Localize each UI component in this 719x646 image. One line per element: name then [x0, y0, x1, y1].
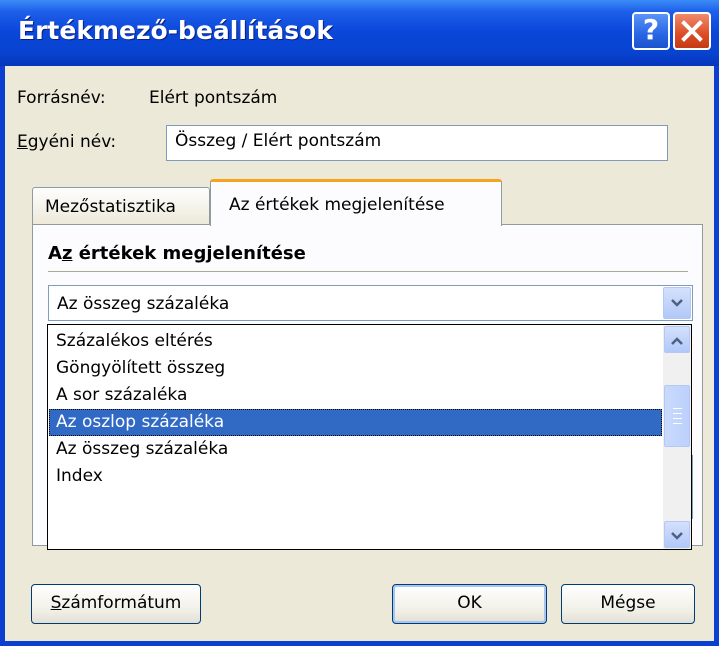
custom-name-input[interactable]: Összeg / Elért pontszám	[166, 125, 668, 161]
dialog-body: Forrásnév: Elért pontszám Egyéni név: Ös…	[5, 66, 714, 641]
cancel-button[interactable]: Mégse	[561, 584, 695, 624]
section-title-a: A	[48, 243, 62, 264]
close-icon	[681, 20, 703, 42]
option-percent-of-total[interactable]: Az összeg százaléka	[49, 436, 662, 463]
dropdown-scrollbar[interactable]	[663, 325, 691, 549]
chevron-down-icon	[671, 532, 683, 540]
dialog-window: Értékmező-beállítások ? Forrásnév: Elért…	[0, 0, 719, 646]
option-index[interactable]: Index	[49, 463, 662, 490]
thumb-grip	[673, 408, 682, 409]
show-values-as-select[interactable]: Az összeg százaléka	[48, 285, 693, 321]
custom-name-label-rest: gyéni név:	[27, 132, 117, 152]
option-running-total[interactable]: Göngyölített összeg	[49, 355, 662, 382]
custom-name-label: Egyéni név:	[17, 132, 116, 152]
option-difference-percent[interactable]: Százalékos eltérés	[49, 328, 662, 355]
tab-show-values-as[interactable]: Az értékek megjelenítése	[210, 179, 502, 226]
show-values-as-dropdown-button[interactable]	[663, 287, 691, 319]
window-title: Értékmező-beállítások	[18, 16, 333, 45]
section-title: Az értékek megjelenítése	[48, 243, 306, 264]
close-button[interactable]	[673, 12, 711, 50]
custom-name-label-access-key: E	[17, 132, 28, 152]
source-name-value: Elért pontszám	[149, 88, 278, 108]
number-format-label: zámformátum	[61, 593, 182, 613]
help-button[interactable]: ?	[632, 12, 670, 50]
scroll-down-button[interactable]	[664, 521, 690, 548]
tab-summarize-values[interactable]: Mezőstatisztika	[32, 187, 210, 225]
option-percent-of-column[interactable]: Az oszlop százaléka	[49, 409, 662, 436]
section-title-access-key: z	[61, 243, 73, 264]
chevron-down-icon	[671, 299, 683, 307]
number-format-button[interactable]: Számformátum	[31, 584, 201, 624]
scroll-up-button[interactable]	[664, 326, 690, 353]
thumb-grip	[673, 418, 682, 419]
number-format-access-key: S	[50, 593, 62, 613]
dropdown-options: Százalékos eltérés Göngyölített összeg A…	[49, 328, 662, 490]
thumb-grip	[673, 423, 682, 424]
option-percent-of-row[interactable]: A sor százaléka	[49, 382, 662, 409]
show-values-as-dropdown-list: Százalékos eltérés Göngyölített összeg A…	[47, 324, 692, 550]
chevron-up-icon	[671, 337, 683, 345]
section-divider	[48, 271, 688, 272]
title-bar[interactable]: Értékmező-beállítások ?	[0, 0, 719, 66]
section-title-rest: értékek megjelenítése	[72, 243, 306, 264]
source-name-label: Forrásnév:	[17, 88, 106, 108]
ok-button[interactable]: OK	[392, 584, 547, 624]
scroll-thumb[interactable]	[664, 385, 690, 447]
show-values-as-selected: Az összeg százaléka	[57, 294, 230, 314]
help-icon: ?	[642, 13, 660, 46]
thumb-grip	[673, 413, 682, 414]
